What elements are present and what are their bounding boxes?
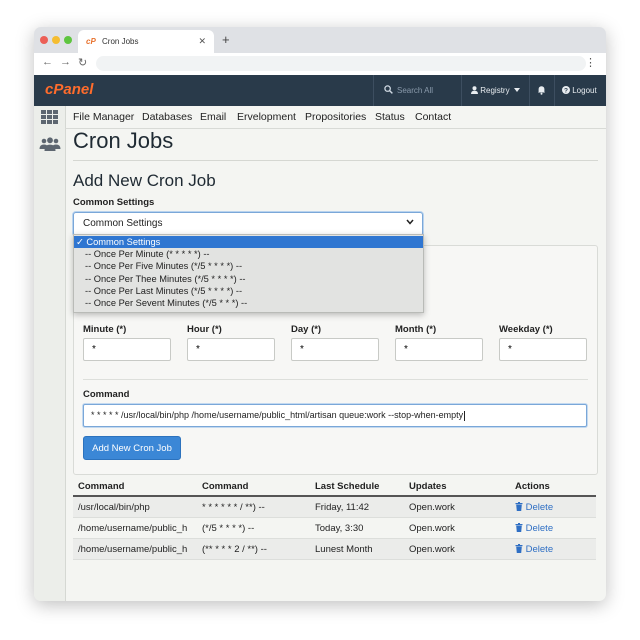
registry-menu[interactable]: Registry <box>461 75 530 106</box>
trash-icon <box>515 544 523 553</box>
common-settings-select[interactable]: Common Settings <box>73 212 423 236</box>
table-header: Command Command Last Schedule Updates Ac… <box>73 478 596 497</box>
add-cron-job-button[interactable]: Add New Cron Job <box>83 436 181 460</box>
month-label: Month (*) <box>395 324 437 335</box>
user-icon <box>471 86 478 94</box>
weekday-label: Weekday (*) <box>499 324 553 335</box>
url-input[interactable] <box>96 56 586 71</box>
address-bar: ← → ↻ ⋮ <box>34 53 606 76</box>
dropdown-option[interactable]: -- Once Per Sevent Minutes (*/5 * * *) -… <box>74 297 423 309</box>
page-title: Cron Jobs <box>73 128 174 153</box>
table-row: /home/username/public_h (*/5 * * * *) --… <box>73 518 596 539</box>
delete-button[interactable]: Delete <box>515 523 553 534</box>
back-icon[interactable]: ← <box>42 56 53 68</box>
apps-grid-icon[interactable] <box>41 110 59 125</box>
dropdown-option[interactable]: -- Once Per Five Minutes (*/5 * * * *) -… <box>74 260 423 272</box>
dropdown-option[interactable]: -- Once Per Thee Minutes (*/5 * * * *) -… <box>74 273 423 285</box>
maximize-window-dot[interactable] <box>64 36 72 44</box>
logout-label: Logout <box>572 86 597 95</box>
help-icon: ? <box>562 86 570 94</box>
dropdown-option[interactable]: -- Once Per Minute (* * * * *) -- <box>74 248 423 260</box>
search-icon <box>384 85 393 96</box>
new-tab-icon[interactable]: + <box>222 32 230 47</box>
col-updates: Updates <box>409 481 447 492</box>
bell-icon <box>537 85 546 97</box>
col-actions: Actions <box>515 481 550 492</box>
day-input[interactable]: * <box>291 338 379 361</box>
nav-ervelopment[interactable]: Ervelopment <box>237 111 296 123</box>
hour-label: Hour (*) <box>187 324 222 335</box>
sidebar <box>34 106 66 601</box>
common-settings-label: Common Settings <box>73 197 155 208</box>
forward-icon[interactable]: → <box>60 56 71 68</box>
delete-button[interactable]: Delete <box>515 502 553 513</box>
dropdown-option[interactable]: -- Once Per Last Minutes (*/5 * * * *) -… <box>74 285 423 297</box>
table-row: /usr/local/bin/php * * * * * * / **) -- … <box>73 497 596 518</box>
chevron-down-icon <box>406 217 414 227</box>
nav-email[interactable]: Email <box>200 111 226 123</box>
tab-bar: cP Cron Jobs ✕ + <box>34 27 606 53</box>
top-nav: File Manager Databases Email Ervelopment… <box>65 106 606 129</box>
col-command-2: Command <box>202 481 249 492</box>
reload-icon[interactable]: ↻ <box>78 56 87 69</box>
trash-icon <box>515 502 523 511</box>
nav-status[interactable]: Status <box>375 111 405 123</box>
section-title: Add New Cron Job <box>73 171 216 190</box>
divider <box>83 379 588 380</box>
browser-menu-icon[interactable]: ⋮ <box>585 56 596 69</box>
minute-input[interactable]: * <box>83 338 171 361</box>
nav-file-manager[interactable]: File Manager <box>73 111 134 123</box>
svg-text:?: ? <box>564 87 568 94</box>
minute-label: Minute (*) <box>83 324 127 335</box>
common-settings-dropdown: ✓ Common Settings -- Once Per Minute (* … <box>73 234 424 313</box>
cpanel-logo[interactable]: cPanel <box>45 81 93 98</box>
table-row: /home/username/public_h (** * * * 2 / **… <box>73 539 596 560</box>
caret-down-icon <box>513 88 520 92</box>
nav-databases[interactable]: Databases <box>142 111 192 123</box>
dropdown-option[interactable]: ✓ Common Settings <box>74 236 423 248</box>
search-input[interactable]: Search All <box>397 86 433 95</box>
cpanel-favicon-icon: cP <box>86 37 96 46</box>
command-input[interactable]: * * * * * /usr/local/bin/php /home/usern… <box>83 404 587 427</box>
browser-window: cP Cron Jobs ✕ + ← → ↻ ⋮ cPanel Search A… <box>34 27 606 601</box>
selected-setting: Common Settings <box>83 218 163 229</box>
delete-button[interactable]: Delete <box>515 544 553 555</box>
logout-button[interactable]: ? Logout <box>554 75 606 106</box>
registry-label: Registry <box>480 86 510 95</box>
users-icon[interactable] <box>39 137 61 151</box>
cpanel-header: cPanel Search All Registry ? Logout <box>34 75 606 106</box>
nav-propositories[interactable]: Propositories <box>305 111 366 123</box>
month-input[interactable]: * <box>395 338 483 361</box>
trash-icon <box>515 523 523 532</box>
close-window-dot[interactable] <box>40 36 48 44</box>
day-label: Day (*) <box>291 324 322 335</box>
hour-input[interactable]: * <box>187 338 275 361</box>
command-label: Command <box>83 389 130 400</box>
minimize-window-dot[interactable] <box>52 36 60 44</box>
tab-cron-jobs[interactable]: cP Cron Jobs ✕ <box>78 30 214 53</box>
nav-contact[interactable]: Contact <box>415 111 451 123</box>
divider <box>73 160 598 161</box>
notifications-button[interactable] <box>529 75 555 106</box>
text-caret <box>464 410 466 421</box>
tab-title: Cron Jobs <box>102 37 139 46</box>
col-command: Command <box>78 481 125 492</box>
close-icon[interactable]: ✕ <box>198 36 206 47</box>
search-box[interactable]: Search All <box>373 75 462 106</box>
command-value: * * * * * /usr/local/bin/php /home/usern… <box>91 410 464 420</box>
weekday-input[interactable]: * <box>499 338 587 361</box>
col-last-schedule: Last Schedule <box>315 481 380 492</box>
